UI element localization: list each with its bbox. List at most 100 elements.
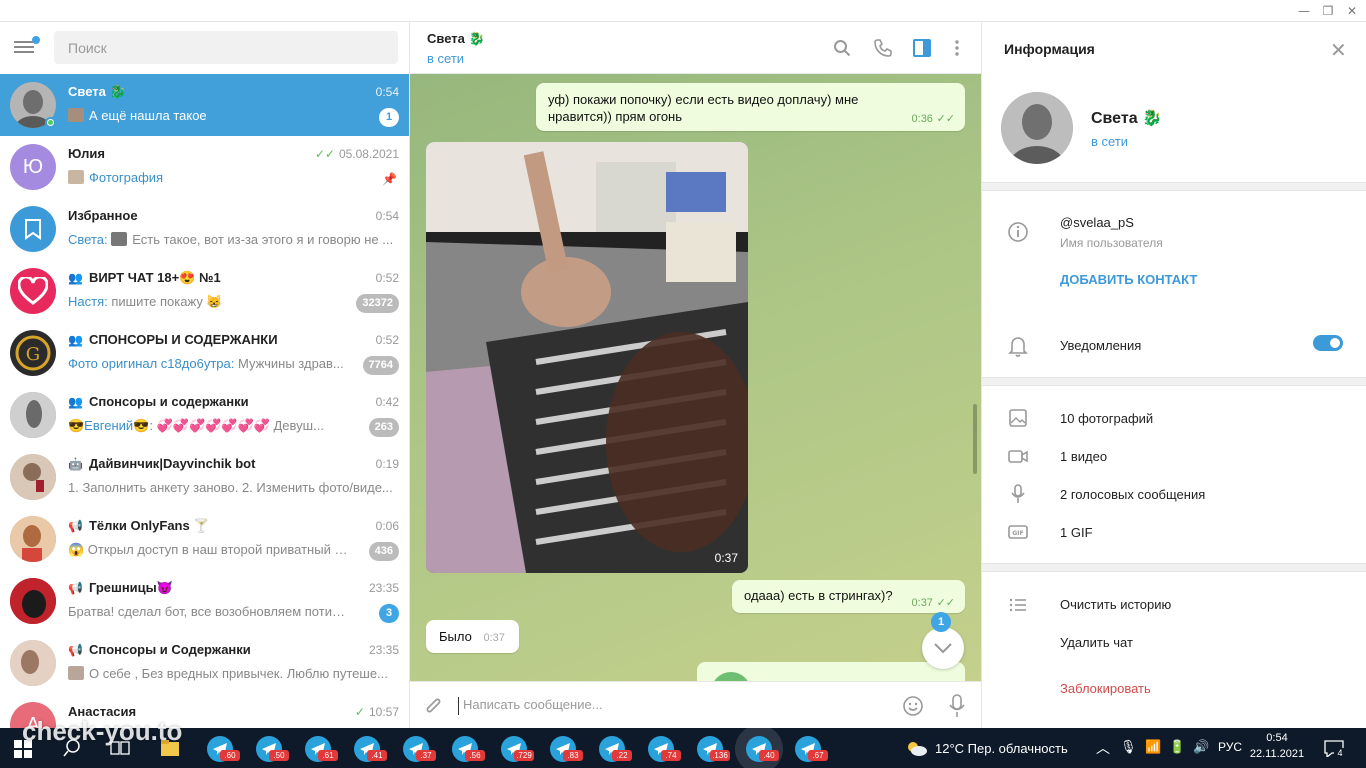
divider (982, 563, 1366, 572)
photo-image (426, 142, 748, 573)
conversation-title[interactable]: Света 🐉 (427, 31, 485, 47)
emoji-icon[interactable] (902, 695, 924, 717)
photo-message[interactable]: 0:37 (426, 142, 748, 573)
chat-title: 📢 Грешницы😈 (68, 580, 173, 595)
photo-icon (1006, 407, 1030, 431)
chat-item-sveta[interactable]: Света 🐉 0:54 А ещё нашла такое 1 (0, 74, 409, 136)
watermark-text: check-you.to (22, 716, 183, 746)
weather-text[interactable]: 12°C Пер. облачность (935, 741, 1068, 756)
photos-count[interactable]: 10 фотографий (1060, 411, 1153, 426)
taskbar-badge: .41 (367, 750, 387, 761)
close-window-button[interactable]: ✕ (1340, 2, 1364, 20)
chat-item-dayvinchik[interactable]: 🤖 Дайвинчик|Dayvinchik bot 0:19 1. Заполн… (0, 446, 409, 508)
pin-icon: 📌 (382, 172, 397, 186)
minimize-button[interactable]: — (1292, 2, 1316, 20)
window-title-bar: — ❐ ✕ (0, 0, 1366, 22)
username[interactable]: @svelaa_pS (1060, 215, 1134, 230)
phone-icon[interactable] (874, 39, 892, 57)
notifications-toggle[interactable] (1313, 335, 1343, 351)
microphone-icon (1006, 483, 1030, 507)
search-icon[interactable] (833, 39, 851, 57)
chat-time: 0:52 (375, 271, 399, 285)
read-check-icon: ✓ (354, 705, 365, 719)
taskbar-badge: .22 (612, 750, 632, 761)
block-button[interactable]: Заблокировать (1060, 681, 1151, 696)
channel-icon: 📢 (68, 643, 83, 657)
battery-icon[interactable]: 🔋 (1169, 739, 1185, 755)
chat-item-yulia[interactable]: Ю Юлия ✓✓ 05.08.2021 Фотография 📌 (0, 136, 409, 198)
videos-count[interactable]: 1 видео (1060, 449, 1107, 464)
clear-history-button[interactable]: Очистить историю (1060, 597, 1171, 612)
image-thumbnail-icon (68, 170, 84, 184)
unread-count-badge: 1 (931, 612, 951, 632)
weather-icon[interactable] (904, 739, 928, 757)
message-meta: 0:37 ✓✓ (911, 597, 955, 609)
composer-bar: Написать сообщение... (410, 681, 981, 728)
chat-item-onlyfans[interactable]: 📢 Тёлки OnlyFans 🍸 0:06 😱 Открыл доступ в… (0, 508, 409, 570)
add-contact-button[interactable]: ДОБАВИТЬ КОНТАКТ (1060, 272, 1197, 287)
read-check-icon: ✓✓ (936, 113, 955, 125)
group-icon: 👥 (68, 395, 83, 409)
microphone-icon[interactable]: 🎙 (1120, 739, 1137, 755)
avatar: G (10, 330, 56, 376)
chat-preview: А ещё нашла такое (68, 108, 350, 123)
microphone-icon[interactable] (948, 694, 966, 718)
scroll-down-button[interactable] (922, 627, 964, 669)
scrollbar[interactable] (973, 404, 977, 474)
chat-time: 0:42 (375, 395, 399, 409)
close-icon[interactable]: ✕ (1330, 38, 1347, 62)
taskbar-badge: .136 (710, 750, 730, 761)
message-input[interactable]: Написать сообщение... (458, 697, 878, 715)
avatar (10, 640, 56, 686)
chat-item-sponsors-3[interactable]: 📢 Спонсоры и Содержанки 23:35 О себе , Бе… (0, 632, 409, 694)
search-input[interactable]: Поиск (54, 31, 398, 64)
chat-title: Избранное (68, 208, 138, 223)
photo-time: 0:37 (714, 551, 738, 565)
info-title: Информация (1004, 41, 1095, 57)
read-check-icon: ✓✓ (936, 597, 955, 609)
profile-avatar[interactable] (1001, 92, 1073, 164)
more-options-icon[interactable] (948, 39, 966, 57)
chat-time: 0:54 (375, 85, 399, 99)
volume-icon[interactable]: 🔊 (1193, 739, 1209, 755)
taskbar: .60 .50 .61 .41 .37 .56 .729 .83 .22 .74 .136 .40 .6… (0, 728, 1366, 768)
play-voice-icon[interactable] (711, 672, 751, 681)
message-outgoing[interactable]: уф) покажи попочку) если есть видео допл… (536, 83, 965, 131)
chat-item-greshnitsy[interactable]: 📢 Грешницы😈 23:35 Братва! сделал бот, все… (0, 570, 409, 632)
chat-item-sponsors-2[interactable]: 👥 Спонсоры и содержанки 0:42 😎Евгений😎: 💞… (0, 384, 409, 446)
message-meta: 0:36 ✓✓ (911, 113, 955, 125)
delete-chat-button[interactable]: Удалить чат (1060, 635, 1133, 650)
chat-item-sponsors-1[interactable]: G 👥 СПОНСОРЫ И СОДЕРЖАНКИ 0:52 Фото ориги… (0, 322, 409, 384)
username-label: Имя пользователя (1060, 236, 1163, 250)
svg-text:G: G (26, 344, 40, 365)
message-incoming[interactable]: Было 0:37 (426, 620, 519, 653)
maximize-button[interactable]: ❐ (1316, 2, 1340, 20)
paperclip-icon[interactable] (424, 695, 444, 717)
chat-title: 👥 ВИРТ ЧАТ 18+😍 №1 (68, 270, 221, 285)
chat-time: 0:52 (375, 333, 399, 347)
image-thumbnail-icon (68, 666, 84, 680)
divider (982, 377, 1366, 386)
chevron-up-icon[interactable]: ︿ (1096, 738, 1110, 758)
voice-count[interactable]: 2 голосовых сообщения (1060, 487, 1205, 502)
message-outgoing[interactable]: одааа) есть в стрингах)? 0:37 ✓✓ (732, 580, 965, 613)
gifs-count[interactable]: 1 GIF (1060, 525, 1093, 540)
taskbar-badge: .61 (318, 750, 338, 761)
chat-preview: Фото оригинал с18до6утра: Мужчины здрав.… (68, 356, 344, 371)
unread-badge: 3 (379, 604, 399, 623)
sidebar-toggle-icon[interactable] (913, 39, 931, 57)
message-time: 0:37 (483, 632, 505, 644)
chat-time: 0:19 (375, 457, 399, 471)
clock-time[interactable]: 0:54 (1252, 732, 1302, 744)
chat-item-saved[interactable]: Избранное 0:54 Света: Есть такое, вот из… (0, 198, 409, 260)
chat-title: 📢 Спонсоры и Содержанки (68, 642, 251, 657)
unread-badge: 436 (368, 542, 399, 561)
chat-item-virt-chat[interactable]: 👥 ВИРТ ЧАТ 18+😍 №1 0:52 Настя: пишите пок… (0, 260, 409, 322)
info-icon (1006, 221, 1030, 245)
clock-date[interactable]: 22.11.2021 (1248, 748, 1306, 760)
chevron-down-icon (934, 643, 952, 654)
chat-title: 📢 Тёлки OnlyFans 🍸 (68, 518, 210, 533)
language-indicator[interactable]: РУС (1218, 740, 1242, 754)
wifi-icon[interactable]: 📶 (1145, 739, 1161, 755)
unread-badge: 7764 (362, 356, 399, 375)
